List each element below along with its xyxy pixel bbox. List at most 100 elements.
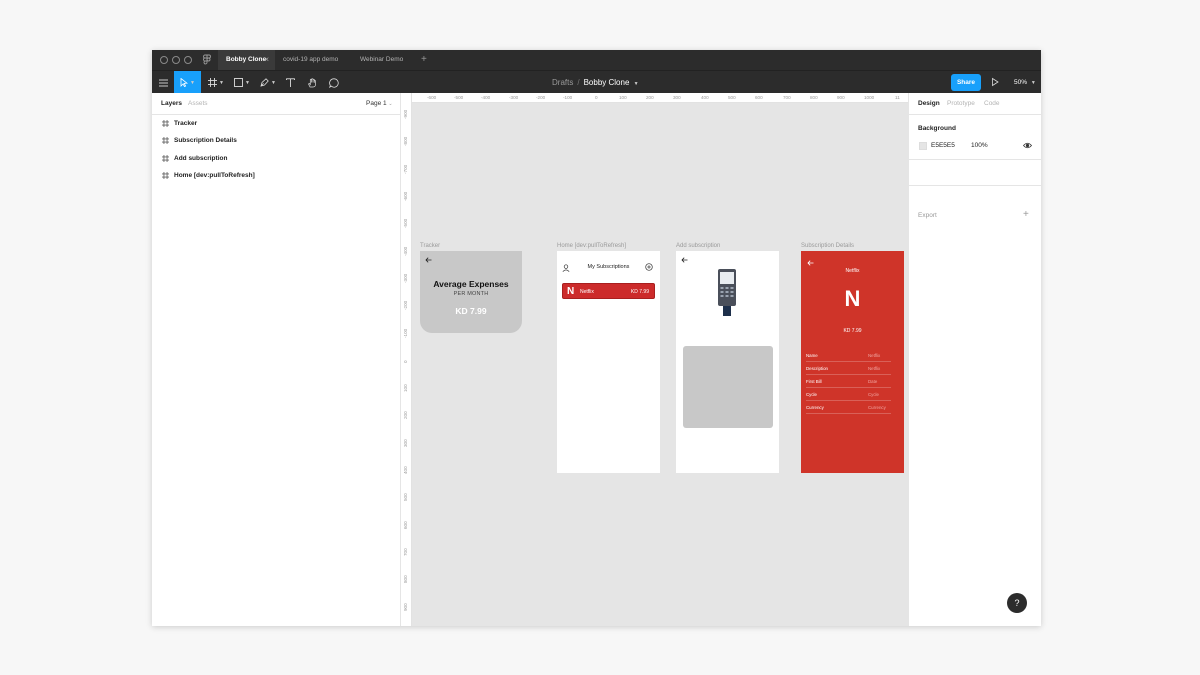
help-button[interactable]: ?	[1007, 593, 1027, 613]
ruler-tick: 600	[755, 95, 763, 100]
move-tool-button[interactable]: ▼	[174, 71, 201, 94]
detail-key: Cycle	[806, 392, 817, 397]
ruler-tick: -600	[403, 191, 408, 201]
section-divider	[909, 185, 1041, 186]
window-close-dot[interactable]	[160, 56, 168, 64]
chevron-down-icon[interactable]: ▼	[634, 81, 639, 87]
breadcrumb-folder[interactable]: Drafts	[552, 78, 573, 87]
tab-prototype[interactable]: Prototype	[947, 93, 975, 115]
ruler-tick: 600	[403, 521, 408, 529]
ruler-tick: 0	[403, 360, 408, 363]
ruler-tick: 500	[403, 493, 408, 501]
tab-code[interactable]: Code	[984, 93, 1000, 115]
back-arrow-icon	[425, 257, 432, 263]
subscription-details-frame[interactable]: Netflix N KD 7.99 Name Netflix Descripti…	[801, 251, 904, 473]
figma-window: Bobby Clone × covid-19 app demo Webinar …	[152, 50, 1041, 626]
layer-tracker[interactable]: Tracker	[162, 116, 197, 130]
detail-value: Cycle	[868, 392, 879, 397]
details-price: KD 7.99	[843, 328, 862, 334]
layers-panel: Layers Assets Page 1 ⌄ Tracker Subscript…	[152, 93, 401, 626]
ruler-tick: -200	[403, 300, 408, 310]
back-arrow-icon	[807, 260, 814, 266]
frame-label-subscription-details[interactable]: Subscription Details	[801, 243, 854, 249]
ruler-tick: -300	[403, 273, 408, 283]
ruler-tick: 200	[646, 95, 654, 100]
layer-home[interactable]: Home [dev:pullToRefresh]	[162, 168, 255, 182]
left-panel-tabs: Layers Assets Page 1 ⌄	[152, 93, 400, 115]
ruler-top: -600 -500 -400 -300 -200 -100 0 100 200 …	[401, 93, 908, 103]
tab-assets[interactable]: Assets	[188, 93, 208, 115]
add-circle-icon	[645, 263, 653, 271]
ruler-tick: -300	[509, 95, 519, 100]
toolbar: ▼ ▼ ▼ ▼ Drafts / Bobby Clone ▼ Share 50%…	[152, 70, 1041, 94]
background-opacity-value[interactable]: 100%	[971, 142, 988, 149]
breadcrumb-file-name[interactable]: Bobby Clone	[584, 78, 630, 87]
canvas[interactable]: -600 -500 -400 -300 -200 -100 0 100 200 …	[401, 93, 908, 626]
tab-webinar-demo[interactable]: Webinar Demo	[352, 50, 418, 70]
tab-covid-19-app-demo[interactable]: covid-19 app demo	[275, 50, 352, 70]
frame-label-add-subscription[interactable]: Add subscription	[676, 243, 720, 249]
layer-add-subscription[interactable]: Add subscription	[162, 151, 227, 165]
comment-tool-button[interactable]	[327, 71, 341, 94]
ruler-tick: -100	[403, 328, 408, 338]
zoom-value: 50%	[1014, 79, 1028, 86]
export-section-title: Export	[918, 212, 937, 219]
details-title: Netflix	[845, 268, 860, 274]
layer-subscription-details[interactable]: Subscription Details	[162, 133, 237, 147]
window-maximize-dot[interactable]	[184, 56, 192, 64]
tracker-frame[interactable]: Average Expenses PER MONTH KD 7.99	[420, 251, 522, 333]
subscription-list-item[interactable]: N Netflix KD 7.99	[562, 283, 655, 299]
ruler-tick: 300	[403, 439, 408, 447]
new-tab-plus-icon[interactable]: +	[421, 50, 427, 70]
page-selector[interactable]: Page 1 ⌄	[366, 93, 393, 115]
tab-label: Bobby Clone	[226, 56, 267, 63]
ruler-tick: 900	[403, 603, 408, 611]
comment-bubble-icon	[329, 77, 339, 88]
present-play-icon[interactable]	[990, 77, 1000, 87]
ruler-tick: -200	[536, 95, 546, 100]
layer-label: Tracker	[174, 119, 198, 127]
frame-hash-icon	[162, 171, 169, 179]
tab-bar: Bobby Clone × covid-19 app demo Webinar …	[152, 50, 1041, 70]
add-subscription-frame[interactable]	[676, 251, 779, 473]
share-button[interactable]: Share	[951, 74, 981, 91]
background-hex-value[interactable]: E5E5E5	[931, 142, 955, 149]
background-color-swatch[interactable]	[919, 142, 927, 150]
tab-design[interactable]: Design	[918, 93, 940, 115]
ruler-tick: -500	[454, 95, 464, 100]
tab-label: Webinar Demo	[360, 56, 404, 63]
pen-tool-button[interactable]: ▼	[257, 71, 279, 94]
window-minimize-dot[interactable]	[172, 56, 180, 64]
figma-logo-icon[interactable]	[201, 54, 213, 66]
text-t-icon	[285, 78, 295, 87]
frame-label-home[interactable]: Home [dev:pullToRefresh]	[557, 243, 626, 249]
tab-close-icon[interactable]: ×	[264, 50, 269, 70]
hand-tool-button[interactable]	[305, 71, 319, 94]
design-panel: Design Prototype Code Background E5E5E5 …	[908, 93, 1041, 626]
text-tool-button[interactable]	[283, 71, 297, 94]
frame-tool-button[interactable]: ▼	[205, 71, 227, 94]
card-reader-terminal-icon	[718, 269, 736, 316]
detail-value: Date	[868, 379, 878, 384]
ruler-tick: 700	[783, 95, 791, 100]
tab-layers[interactable]: Layers	[161, 93, 182, 115]
hand-icon	[308, 77, 316, 87]
ruler-tick: 900	[837, 95, 845, 100]
detail-row-first-bill: First Bill Date	[806, 375, 891, 388]
ruler-tick: 800	[403, 575, 408, 583]
home-frame[interactable]: My Subscriptions N Netflix KD 7.99	[557, 251, 660, 473]
chevron-down-icon: ⌄	[388, 101, 393, 107]
main-menu-button[interactable]	[156, 71, 170, 94]
frame-label-tracker[interactable]: Tracker	[420, 243, 440, 249]
detail-key: Currency	[806, 405, 824, 410]
background-section-title: Background	[918, 125, 956, 132]
hamburger-icon	[158, 79, 168, 86]
ruler-tick: 300	[673, 95, 681, 100]
ruler-tick: 400	[701, 95, 709, 100]
tab-label: covid-19 app demo	[283, 56, 339, 63]
tab-bobby-clone[interactable]: Bobby Clone ×	[218, 50, 275, 70]
eye-visibility-icon[interactable]	[1023, 142, 1032, 149]
shape-tool-button[interactable]: ▼	[231, 71, 253, 94]
add-export-plus-icon[interactable]: +	[1023, 209, 1029, 220]
zoom-selector[interactable]: 50% ▼	[1014, 71, 1036, 94]
